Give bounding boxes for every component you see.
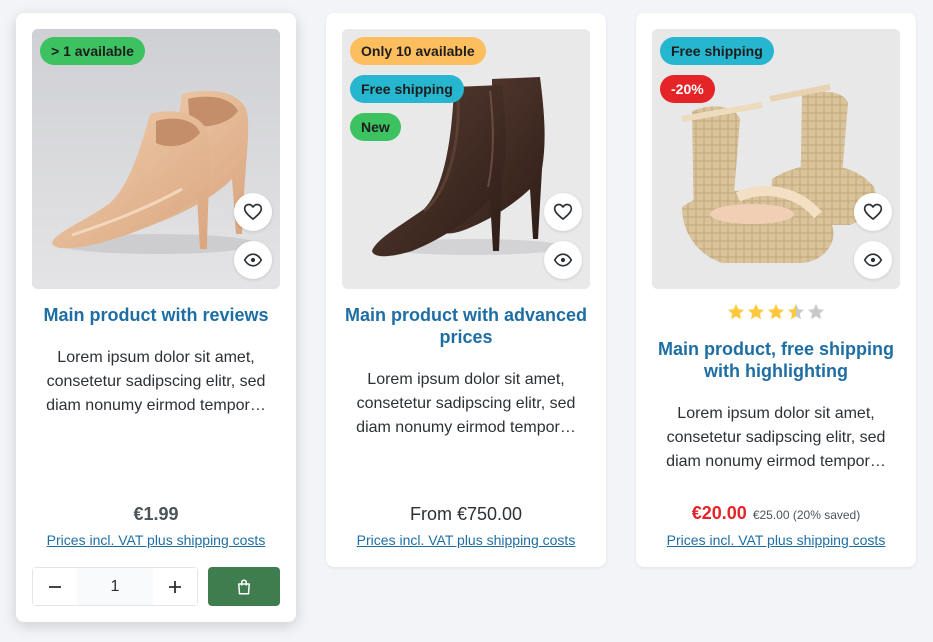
list-price: €25.00 (20% saved) xyxy=(752,508,861,522)
product-description: Lorem ipsum dolor sit amet, consetetur s… xyxy=(356,371,576,436)
product-description: Lorem ipsum dolor sit amet, consetetur s… xyxy=(666,405,886,470)
wishlist-button[interactable] xyxy=(234,193,272,231)
free-shipping-badge: Free shipping xyxy=(350,75,464,103)
shopping-bag-icon xyxy=(238,578,250,594)
discount-badge: -20% xyxy=(660,75,715,103)
star-icon xyxy=(728,304,744,320)
product-image[interactable]: > 1 available xyxy=(32,29,280,289)
quantity-decrease-button[interactable] xyxy=(33,568,77,605)
sale-price: €20.00 xyxy=(691,503,747,523)
quickview-button[interactable] xyxy=(234,241,272,279)
product-card: Only 10 available Free shipping New Main… xyxy=(326,13,606,567)
vat-shipping-link[interactable]: Prices incl. VAT plus shipping costs xyxy=(326,532,606,548)
product-image[interactable]: Free shipping -20% xyxy=(652,29,900,289)
vat-shipping-link[interactable]: Prices incl. VAT plus shipping costs xyxy=(636,532,916,548)
heart-icon xyxy=(553,203,573,220)
star-icon xyxy=(748,304,764,320)
heart-icon xyxy=(863,203,883,220)
product-card: Free shipping -20% Main product, free sh… xyxy=(636,13,916,567)
product-title[interactable]: Main product with reviews xyxy=(32,304,280,326)
eye-icon xyxy=(553,253,573,267)
quickview-button[interactable] xyxy=(854,241,892,279)
quantity-increase-button[interactable] xyxy=(153,568,197,605)
heart-icon xyxy=(243,203,263,220)
star-icon xyxy=(808,304,824,320)
plus-icon xyxy=(169,580,181,593)
product-price-row: €20.00 €25.00 (20% saved) xyxy=(636,503,916,524)
wishlist-button[interactable] xyxy=(544,193,582,231)
new-badge: New xyxy=(350,113,401,141)
star-rating xyxy=(636,303,916,321)
vat-shipping-link[interactable]: Prices incl. VAT plus shipping costs xyxy=(16,532,296,548)
add-to-cart-button[interactable] xyxy=(208,567,280,606)
product-price: €1.99 xyxy=(133,504,179,524)
product-card: > 1 available Main product with reviews … xyxy=(16,13,296,622)
eye-icon xyxy=(863,253,883,267)
product-image[interactable]: Only 10 available Free shipping New xyxy=(342,29,590,289)
free-shipping-badge: Free shipping xyxy=(660,37,774,65)
product-title[interactable]: Main product with advanced prices xyxy=(342,304,590,348)
eye-icon xyxy=(243,253,263,267)
quickview-button[interactable] xyxy=(544,241,582,279)
product-title[interactable]: Main product, free shipping with highlig… xyxy=(652,338,900,382)
product-price: From €750.00 xyxy=(409,504,523,524)
star-icon xyxy=(768,304,784,320)
wishlist-button[interactable] xyxy=(854,193,892,231)
product-description: Lorem ipsum dolor sit amet, consetetur s… xyxy=(46,349,266,414)
quantity-stepper: 1 xyxy=(32,567,198,606)
minus-icon xyxy=(49,585,61,588)
availability-badge: Only 10 available xyxy=(350,37,486,65)
quantity-input[interactable]: 1 xyxy=(77,568,153,605)
star-icon xyxy=(788,304,804,320)
availability-badge: > 1 available xyxy=(40,37,145,65)
